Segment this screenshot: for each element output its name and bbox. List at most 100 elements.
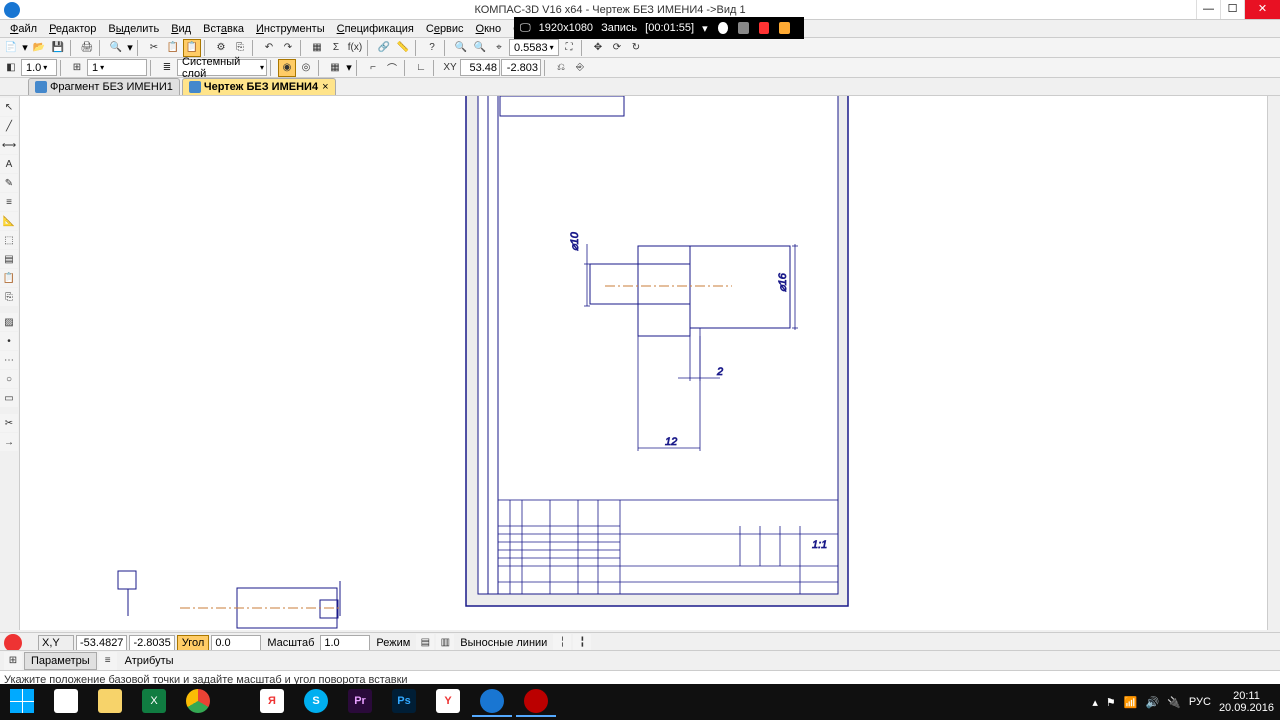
menu-file[interactable]: Файл bbox=[4, 23, 43, 35]
rect-tool[interactable]: ▭ bbox=[0, 389, 18, 407]
report-tool[interactable]: 📋 bbox=[0, 269, 18, 287]
mic-icon[interactable] bbox=[718, 22, 729, 34]
menu-tools[interactable]: Инструменты bbox=[250, 23, 331, 35]
save-button[interactable]: 💾 bbox=[49, 39, 67, 57]
task-skype[interactable]: S bbox=[296, 687, 336, 717]
redo-button[interactable]: ↷ bbox=[279, 39, 297, 57]
meas-button[interactable]: 📏 bbox=[394, 39, 412, 57]
doc-tab-1[interactable]: Фрагмент БЕЗ ИМЕНИ1 bbox=[28, 78, 180, 95]
ortho-button[interactable]: ⌐ bbox=[364, 59, 382, 77]
coord-button[interactable]: XY bbox=[441, 59, 459, 77]
task-files[interactable] bbox=[90, 687, 130, 717]
close-button[interactable]: ✕ bbox=[1244, 0, 1280, 19]
task-explorer[interactable] bbox=[46, 687, 86, 717]
tab-attrs[interactable]: Атрибуты bbox=[119, 653, 180, 669]
ext2-button[interactable]: ╏ bbox=[573, 634, 591, 652]
layer-combo[interactable]: Системный слой bbox=[177, 59, 267, 76]
start-button[interactable] bbox=[2, 687, 42, 717]
measure-tool[interactable]: 📐 bbox=[0, 212, 18, 230]
cut-button[interactable]: ✂ bbox=[145, 39, 163, 57]
snap2-button[interactable]: ◎ bbox=[297, 59, 315, 77]
canvas[interactable]: ⌀10 ⌀16 12 2 bbox=[20, 96, 1268, 630]
angle-value[interactable]: 0.0 bbox=[211, 635, 261, 651]
x-value[interactable]: -53.4827 bbox=[76, 635, 127, 651]
tray-power-icon[interactable]: 🔌 bbox=[1167, 696, 1181, 709]
refresh-button[interactable]: ↻ bbox=[627, 39, 645, 57]
point-tool[interactable]: • bbox=[0, 332, 18, 350]
fit-button[interactable]: ⛶ bbox=[560, 39, 578, 57]
undo-button[interactable]: ↶ bbox=[260, 39, 278, 57]
pause-icon[interactable] bbox=[759, 22, 770, 34]
viewnum-combo[interactable]: 1 bbox=[87, 59, 147, 76]
zoomout-button[interactable]: 🔍 bbox=[471, 39, 489, 57]
hatch-tool[interactable]: ▨ bbox=[0, 313, 18, 331]
menu-edit[interactable]: Редактор bbox=[43, 23, 102, 35]
var-button[interactable]: Σ bbox=[327, 39, 345, 57]
mode1-button[interactable]: ▤ bbox=[416, 634, 434, 652]
edit-tool[interactable]: ✎ bbox=[0, 174, 18, 192]
chevron-down-icon[interactable]: ▾ bbox=[702, 22, 708, 35]
y-value[interactable]: -2.8035 bbox=[129, 635, 174, 651]
task-kompas[interactable] bbox=[472, 687, 512, 717]
print-button[interactable]: 🖨 bbox=[78, 39, 96, 57]
spec-tool[interactable]: ▤ bbox=[0, 250, 18, 268]
copyprops-button[interactable]: ⎘ bbox=[231, 39, 249, 57]
text-tool[interactable]: A bbox=[0, 155, 18, 173]
aux-line-tool[interactable]: ⋯ bbox=[0, 351, 18, 369]
ext1-button[interactable]: ╎ bbox=[553, 634, 571, 652]
new-dropdown[interactable]: ▾ bbox=[21, 39, 29, 57]
tab-params[interactable]: Параметры bbox=[24, 652, 97, 670]
tray-clock[interactable]: 20:1120.09.2016 bbox=[1219, 690, 1274, 714]
task-browser[interactable]: Y bbox=[428, 687, 468, 717]
tray-flag-icon[interactable]: ⚑ bbox=[1106, 696, 1116, 709]
aux1-button[interactable]: ⎌ bbox=[552, 59, 570, 77]
attrs-icon[interactable]: ≡ bbox=[99, 652, 117, 670]
select-tool[interactable]: ⬚ bbox=[0, 231, 18, 249]
param-tool[interactable]: ≡ bbox=[0, 193, 18, 211]
task-excel[interactable]: X bbox=[134, 687, 174, 717]
dim-tool[interactable]: ⟷ bbox=[0, 136, 18, 154]
round-button[interactable]: ⌒ bbox=[383, 59, 401, 77]
pan-button[interactable]: ✥ bbox=[589, 39, 607, 57]
menu-insert[interactable]: Вставка bbox=[197, 23, 250, 35]
scale-combo[interactable]: 0.5583 bbox=[509, 39, 559, 56]
new-button[interactable]: 📄 bbox=[2, 39, 20, 57]
layers-button[interactable]: ≣ bbox=[158, 59, 176, 77]
tray-lang[interactable]: РУС bbox=[1189, 696, 1211, 708]
link-button[interactable]: 🔗 bbox=[375, 39, 393, 57]
stop-button[interactable] bbox=[4, 634, 22, 652]
aux2-button[interactable]: ⎆ bbox=[571, 59, 589, 77]
menu-view[interactable]: Вид bbox=[165, 23, 197, 35]
grid-button[interactable]: ▦ bbox=[326, 59, 344, 77]
task-photoshop[interactable]: Ps bbox=[384, 687, 424, 717]
copy-button[interactable]: 📋 bbox=[164, 39, 182, 57]
maximize-button[interactable]: ☐ bbox=[1220, 0, 1244, 19]
tbl-button[interactable]: ▦ bbox=[308, 39, 326, 57]
preview-button[interactable]: 🔍 bbox=[107, 39, 125, 57]
close-icon[interactable]: × bbox=[322, 81, 328, 93]
cursor-tool[interactable]: ↖ bbox=[0, 98, 18, 116]
task-chrome[interactable] bbox=[178, 687, 218, 717]
zoom-combo[interactable]: 1.0 bbox=[21, 59, 57, 76]
menu-window[interactable]: Окно bbox=[470, 23, 508, 35]
stop-icon[interactable] bbox=[779, 22, 790, 34]
paste-button[interactable]: 📋 bbox=[183, 39, 201, 57]
scale-value[interactable]: 1.0 bbox=[320, 635, 370, 651]
tray-up-icon[interactable]: ▴ bbox=[1092, 696, 1098, 709]
task-premiere[interactable]: Pr bbox=[340, 687, 380, 717]
trim-tool[interactable]: ✂ bbox=[0, 414, 18, 432]
coord-x[interactable] bbox=[460, 59, 500, 76]
minimize-button[interactable]: — bbox=[1196, 0, 1220, 19]
mode2-button[interactable]: ▥ bbox=[436, 634, 454, 652]
task-yandex[interactable]: Я bbox=[252, 687, 292, 717]
menu-spec[interactable]: Спецификация bbox=[331, 23, 420, 35]
view-button[interactable]: ⊞ bbox=[68, 59, 86, 77]
zoomin-button[interactable]: 🔍 bbox=[452, 39, 470, 57]
tray-vol-icon[interactable]: 🔊 bbox=[1146, 696, 1160, 709]
menu-select[interactable]: Выделить bbox=[102, 23, 165, 35]
zoomwin-button[interactable]: ⌖ bbox=[490, 39, 508, 57]
menu-service[interactable]: Сервис bbox=[420, 23, 470, 35]
doc-tab-2[interactable]: Чертеж БЕЗ ИМЕНИ4× bbox=[182, 78, 336, 95]
pen-icon[interactable] bbox=[738, 22, 749, 34]
tray-net-icon[interactable]: 📶 bbox=[1124, 696, 1138, 709]
